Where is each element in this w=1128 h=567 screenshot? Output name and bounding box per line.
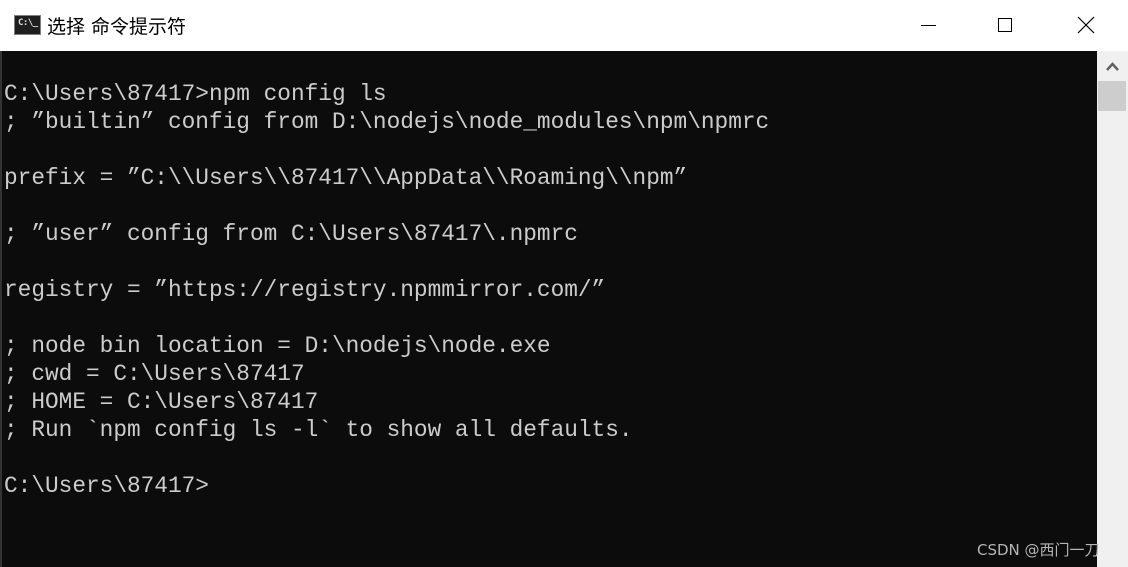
console-line: prefix = ”C:\\Users\\87417\\AppData\\Roa… bbox=[4, 165, 688, 191]
maximize-icon bbox=[998, 18, 1012, 32]
scroll-up-button[interactable] bbox=[1097, 51, 1128, 81]
console-line: ; ”builtin” config from D:\nodejs\node_m… bbox=[4, 109, 770, 135]
vertical-scrollbar[interactable] bbox=[1097, 51, 1128, 567]
console-line: ; HOME = C:\Users\87417 bbox=[4, 389, 319, 415]
csdn-watermark: CSDN @西门一刀 bbox=[977, 541, 1100, 559]
minimize-icon bbox=[921, 25, 936, 26]
cmd-icon: C:\_ bbox=[14, 15, 41, 35]
chevron-up-icon bbox=[1106, 62, 1119, 71]
console-line: ; ”user” config from C:\Users\87417\.npm… bbox=[4, 221, 578, 247]
close-button[interactable] bbox=[1046, 0, 1126, 51]
maximize-button[interactable] bbox=[965, 0, 1045, 51]
console-line: ; Run `npm config ls -l` to show all def… bbox=[4, 417, 633, 443]
minimize-button[interactable] bbox=[884, 0, 964, 51]
console-line: ; cwd = C:\Users\87417 bbox=[4, 361, 305, 387]
console-line: C:\Users\87417> bbox=[4, 473, 209, 499]
console-line: C:\Users\87417>npm config ls bbox=[4, 81, 387, 107]
cmd-icon-label: C:\_ bbox=[18, 18, 38, 28]
title-bar[interactable]: C:\_ 选择 命令提示符 bbox=[0, 0, 1128, 51]
console-output[interactable]: C:\Users\87417>npm config ls; ”builtin” … bbox=[0, 51, 1097, 567]
close-icon bbox=[1077, 16, 1095, 34]
scroll-thumb[interactable] bbox=[1098, 81, 1126, 111]
console-line: registry = ”https://registry.npmmirror.c… bbox=[4, 277, 606, 303]
window-title: 选择 命令提示符 bbox=[47, 16, 187, 38]
console-line: ; node bin location = D:\nodejs\node.exe bbox=[4, 333, 551, 359]
